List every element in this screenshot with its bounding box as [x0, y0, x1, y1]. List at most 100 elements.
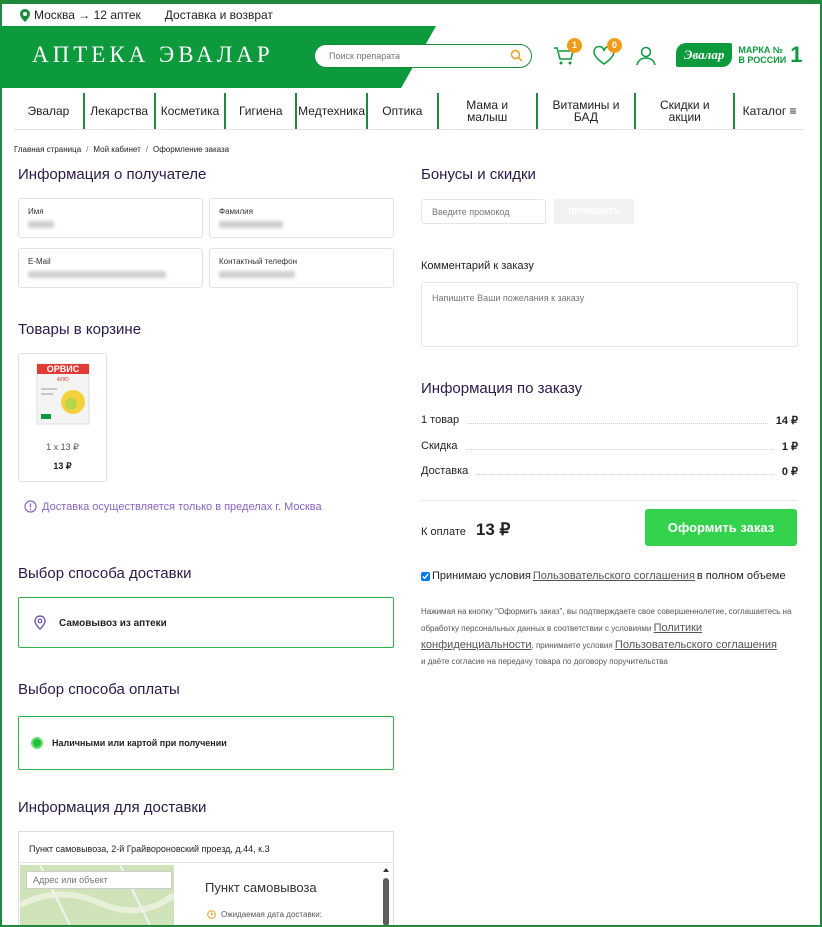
- summary-row-delivery: Доставка 0 ₽: [421, 465, 798, 478]
- summary-value: 14 ₽: [775, 414, 798, 427]
- nav-item[interactable]: Мама и малыш: [439, 93, 538, 129]
- scroll-up-icon: [383, 868, 389, 925]
- brand-tagline-line2: В РОССИИ: [738, 55, 787, 65]
- phone-field[interactable]: Контактный телефон: [209, 248, 394, 288]
- payment-method-title: Выбор способа оплаты: [18, 681, 180, 698]
- recipient-title: Информация о получателе: [18, 166, 207, 183]
- summary-label: Доставка: [421, 465, 469, 477]
- summary-divider: [421, 500, 798, 501]
- product-image-brand: ОРВИС: [47, 364, 80, 374]
- map-divider: [19, 862, 393, 863]
- product-unit-price: 13 ₽: [60, 442, 79, 452]
- nav-item[interactable]: Медтехника: [297, 93, 368, 129]
- search-box[interactable]: [314, 44, 532, 68]
- name-field[interactable]: Имя: [18, 198, 203, 238]
- surname-label: Фамилия: [219, 207, 253, 216]
- delivery-notice-text: Доставка осуществляется только в предела…: [42, 500, 322, 513]
- surname-field[interactable]: Фамилия: [209, 198, 394, 238]
- nav-item[interactable]: Каталог ≡: [735, 93, 804, 129]
- pay-total: К оплате 13 ₽: [421, 520, 510, 540]
- product-total: 13 ₽: [53, 461, 72, 471]
- nav-item[interactable]: Косметика: [156, 93, 227, 129]
- product-image[interactable]: ОРВИС ФЛЮ: [33, 360, 93, 426]
- location-selector[interactable]: Москва → 12 аптек: [20, 8, 141, 22]
- comment-label: Комментарий к заказу: [421, 260, 534, 272]
- delivery-info-title: Информация для доставки: [18, 799, 207, 816]
- nav-item[interactable]: Скидки и акции: [636, 93, 736, 129]
- nav-item[interactable]: Витамины и БАД: [538, 93, 637, 129]
- nav-item[interactable]: Лекарства: [85, 93, 156, 129]
- legal-text-2: , принимаете условия: [531, 641, 613, 650]
- payment-option-cash-card[interactable]: Наличными или картой при получении: [18, 716, 394, 770]
- agreement-post: в полном объеме: [696, 570, 786, 582]
- panel-scrollbar[interactable]: [381, 866, 391, 925]
- page-frame: [0, 0, 822, 927]
- nav-item[interactable]: Оптика: [368, 93, 439, 129]
- nav-item[interactable]: Эвалар: [14, 93, 85, 129]
- main-nav: Эвалар Лекарства Косметика Гигиена Медтехник…: [14, 93, 804, 130]
- summary-label: Скидка: [421, 440, 458, 452]
- apply-promo-button[interactable]: ПРИМЕНИТЬ: [554, 199, 634, 224]
- user-icon: [636, 46, 656, 66]
- user-agreement-link-2[interactable]: Пользовательского соглашения: [615, 639, 777, 651]
- logo[interactable]: АПТЕКА ЭВАЛАР: [32, 42, 274, 68]
- account-button[interactable]: [635, 46, 657, 71]
- agreement: Принимаю условия Пользовательского согла…: [421, 570, 786, 582]
- order-info-title: Информация по заказу: [421, 380, 583, 397]
- summary-value: 1 ₽: [781, 440, 798, 453]
- favorites-count-badge: 0: [607, 38, 622, 53]
- delivery-return-link[interactable]: Доставка и возврат: [165, 8, 273, 22]
- submit-order-button[interactable]: Оформить заказ: [645, 509, 797, 546]
- delivery-notice: Доставка осуществляется только в предела…: [24, 500, 322, 513]
- nav-item[interactable]: Гигиена: [226, 93, 298, 129]
- brand-tagline: МАРКА № В РОССИИ: [738, 45, 786, 65]
- surname-value-blurred: [219, 221, 283, 228]
- cart-title: Товары в корзине: [18, 321, 142, 338]
- comment-textarea[interactable]: [421, 282, 798, 347]
- product-qty: 1 x: [46, 442, 59, 452]
- pickup-address: Пункт самовывоза, 2-й Грайвороновский пр…: [29, 844, 270, 854]
- search-icon[interactable]: [510, 49, 523, 62]
- payment-radio-selected[interactable]: [31, 737, 43, 749]
- breadcrumb-home[interactable]: Главная страница: [14, 145, 81, 154]
- info-icon: [24, 500, 37, 513]
- legal-text-1: Нажимая на кнопку "Оформить заказ", вы п…: [421, 607, 792, 633]
- brand-badge: Эвалар МАРКА № В РОССИИ 1: [676, 42, 802, 68]
- pickup-map-widget: Пункт самовывоза, 2-й Грайвороновский пр…: [18, 831, 394, 925]
- product-qty-price: 1 x 13 ₽: [19, 442, 106, 453]
- breadcrumb-cabinet[interactable]: Мой кабинет: [93, 145, 140, 154]
- brand-number: 1: [790, 42, 803, 67]
- product-image-sub: ФЛЮ: [57, 377, 69, 383]
- location-pin-icon: [34, 615, 46, 630]
- email-label: E-Mail: [28, 257, 51, 266]
- map-search-input[interactable]: [26, 871, 172, 889]
- phone-value-blurred: [219, 271, 295, 278]
- name-value-blurred: [28, 221, 54, 228]
- map[interactable]: [20, 865, 174, 925]
- expected-date: Ожидаемая дата доставки:: [207, 910, 322, 919]
- user-agreement-link[interactable]: Пользовательского соглашения: [533, 570, 695, 582]
- brand-logo: Эвалар: [676, 43, 733, 67]
- summary-row-discount: Скидка 1 ₽: [421, 440, 798, 453]
- expected-date-label: Ожидаемая дата доставки:: [221, 910, 322, 919]
- agreement-checkbox[interactable]: [421, 571, 430, 581]
- breadcrumb: Главная страница / Мой кабинет / Оформлени…: [14, 145, 230, 154]
- pay-label: К оплате: [421, 526, 466, 538]
- header: АПТЕКА ЭВАЛАР 1 0 Эвалар МАРКА №В РОССИИ…: [0, 26, 822, 88]
- payment-option-label: Наличными или картой при получении: [52, 738, 227, 748]
- product-card[interactable]: ОРВИС ФЛЮ 1 x 13 ₽ 13 ₽: [18, 353, 107, 482]
- email-value-blurred: [28, 271, 166, 278]
- agreement-pre: Принимаю условия: [432, 570, 531, 582]
- map-pin-icon: [20, 8, 30, 22]
- legal-text-3: и даёте согласие на передачу товара по д…: [421, 657, 668, 666]
- summary-value: 0 ₽: [781, 465, 798, 478]
- email-field[interactable]: E-Mail: [18, 248, 203, 288]
- delivery-option-label: Самовывоз из аптеки: [59, 618, 167, 629]
- search-input[interactable]: [327, 50, 511, 62]
- clock-icon: [207, 910, 216, 919]
- phone-label: Контактный телефон: [219, 257, 297, 266]
- breadcrumb-current: Оформление заказа: [152, 145, 230, 154]
- name-label: Имя: [28, 207, 44, 216]
- promo-code-input[interactable]: [421, 199, 546, 224]
- delivery-option-pickup[interactable]: Самовывоз из аптеки: [18, 597, 394, 648]
